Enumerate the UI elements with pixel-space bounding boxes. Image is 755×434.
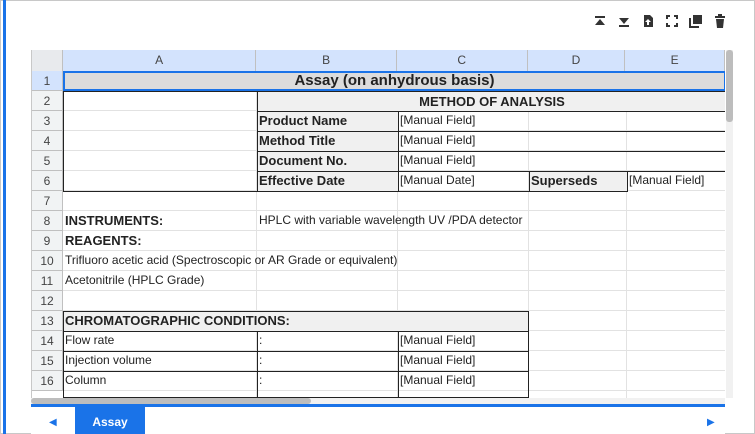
accent-bar (3, 0, 6, 434)
row-header[interactable]: 7 (32, 191, 63, 211)
row-header[interactable]: 8 (32, 211, 63, 231)
column-header-e[interactable]: E (625, 50, 725, 71)
column-header-a[interactable]: A (62, 50, 257, 71)
select-all-corner[interactable] (32, 50, 63, 71)
row-header[interactable]: 12 (32, 291, 63, 311)
row-header[interactable]: 5 (32, 151, 63, 171)
move-bottom-icon[interactable] (617, 13, 631, 29)
tab-assay[interactable]: Assay (75, 407, 145, 434)
copy-icon[interactable] (689, 13, 703, 29)
row-header[interactable]: 13 (32, 311, 63, 331)
column-header-d[interactable]: D (527, 50, 626, 71)
move-top-icon[interactable] (593, 13, 607, 29)
row-header[interactable]: 11 (32, 271, 63, 291)
reagent-2-cell[interactable]: Acetonitrile (HPLC Grade) (63, 271, 725, 291)
column-header-c[interactable]: C (396, 50, 528, 71)
row-header[interactable]: 9 (32, 231, 63, 251)
vertical-scrollbar[interactable] (726, 50, 733, 398)
logo-area-border (63, 91, 258, 192)
cell-grid[interactable]: Assay (on anhydrous basis) METHOD OF ANA… (63, 71, 725, 398)
row-headers: 1 2 3 4 5 6 7 8 9 10 11 12 13 14 15 16 (32, 71, 63, 391)
column-header-row: A B C D E (32, 50, 725, 71)
row-header[interactable]: 4 (32, 131, 63, 151)
delete-icon[interactable] (713, 13, 727, 29)
instruments-value[interactable]: HPLC with variable wavelength UV /PDA de… (257, 211, 725, 231)
reagent-1-cell[interactable]: Trifluoro acetic acid (Spectroscopic or … (63, 251, 725, 271)
row-header[interactable]: 1 (32, 71, 63, 91)
tab-scroll-left-icon[interactable]: ◀ (49, 417, 57, 428)
tab-scroll-right-icon[interactable]: ▶ (707, 417, 715, 428)
export-file-icon[interactable] (641, 13, 655, 29)
fullscreen-icon[interactable] (665, 13, 679, 29)
spreadsheet[interactable]: A B C D E 1 2 3 4 5 6 7 8 9 10 11 12 13 … (31, 50, 725, 398)
instruments-label[interactable]: INSTRUMENTS: (63, 211, 257, 231)
row-header[interactable]: 16 (32, 371, 63, 391)
toolbar (593, 12, 727, 30)
row-header[interactable]: 10 (32, 251, 63, 271)
vertical-scroll-thumb[interactable] (726, 50, 733, 122)
row-header[interactable]: 15 (32, 351, 63, 371)
row-header[interactable]: 3 (32, 111, 63, 131)
row-header[interactable]: 6 (32, 171, 63, 191)
row-header[interactable]: 14 (32, 331, 63, 351)
reagents-label[interactable]: REAGENTS: (63, 231, 257, 251)
column-header-b[interactable]: B (256, 50, 397, 71)
sheet-tab-bar: ◀ Assay ▶ (31, 404, 725, 434)
row-header[interactable]: 2 (32, 91, 63, 111)
supersedes-value[interactable]: [Manual Field] (627, 171, 725, 191)
sheet-title-cell[interactable]: Assay (on anhydrous basis) (63, 71, 725, 91)
